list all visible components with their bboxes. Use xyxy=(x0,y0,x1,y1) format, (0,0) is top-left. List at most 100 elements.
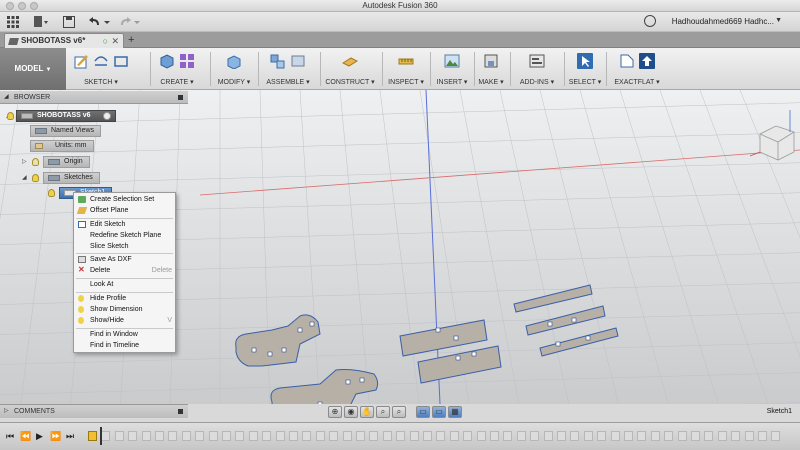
timeline-feature-icon[interactable] xyxy=(650,431,660,441)
menu-item-slice-sketch[interactable]: Slice Sketch xyxy=(74,241,175,252)
maximize-window-button[interactable] xyxy=(30,2,38,10)
new-component-icon[interactable] xyxy=(290,53,306,69)
undo-icon[interactable] xyxy=(88,15,114,29)
activate-radio-icon[interactable] xyxy=(102,111,111,120)
sketch-profile[interactable] xyxy=(417,345,502,384)
line-icon[interactable] xyxy=(93,53,109,69)
timeline-feature-icon[interactable] xyxy=(704,431,714,441)
browser-item-named-views[interactable]: Named Views xyxy=(30,124,102,137)
visibility-bulb-icon[interactable] xyxy=(48,188,55,197)
rectangle-icon[interactable] xyxy=(113,53,129,69)
grid-settings-icon[interactable]: ▦ xyxy=(448,406,462,418)
close-tab-icon[interactable]: ✕ xyxy=(111,34,119,48)
menu-item-hide-profile[interactable]: Hide Profile xyxy=(74,293,175,304)
browser-root[interactable]: SHOBOTASS v6 xyxy=(7,109,116,122)
zoom-window-icon[interactable]: ⌕ xyxy=(392,406,406,418)
browser-item-sketches[interactable]: ◢ Sketches xyxy=(22,171,100,184)
toolbar-group-add-ins[interactable]: ADD-INS ▾ xyxy=(512,50,562,88)
timeline-feature-icon[interactable] xyxy=(382,431,392,441)
browser-panel-header[interactable]: ◢ BROWSER xyxy=(0,91,188,104)
menu-item-save-as-dxf[interactable]: Save As DXF xyxy=(74,254,175,265)
menu-item-show-dimension[interactable]: Show Dimension xyxy=(74,304,175,315)
press-pull-icon[interactable] xyxy=(226,53,242,69)
scripts-icon[interactable] xyxy=(529,53,545,69)
timeline-feature-icon[interactable] xyxy=(262,431,272,441)
clock-icon[interactable] xyxy=(644,15,656,27)
sketch-profile[interactable] xyxy=(513,284,593,313)
box-icon[interactable] xyxy=(159,53,175,69)
timeline-feature-icon[interactable] xyxy=(195,431,205,441)
timeline-feature-icon[interactable] xyxy=(744,431,754,441)
sketch-profile[interactable] xyxy=(235,314,321,367)
timeline-feature-icon[interactable] xyxy=(101,431,111,441)
browser-item-units[interactable]: Units: mm xyxy=(30,139,94,152)
toolbar-group-make[interactable]: MAKE ▾ xyxy=(476,50,506,88)
timeline-feature-icon[interactable] xyxy=(530,431,540,441)
menu-item-find-in-timeline[interactable]: Find in Timeline xyxy=(74,340,175,351)
timeline-feature-icon[interactable] xyxy=(610,431,620,441)
timeline-feature-icon[interactable] xyxy=(557,431,566,441)
play-icon[interactable]: ▶ xyxy=(36,431,43,442)
timeline-feature-icon[interactable] xyxy=(222,431,231,441)
timeline-feature-icon[interactable] xyxy=(208,431,218,441)
timeline-feature-icon[interactable] xyxy=(423,431,432,441)
comments-panel-header[interactable]: ▷ COMMENTS xyxy=(0,404,188,418)
display-settings-icon[interactable]: ▭ xyxy=(416,406,430,418)
browser-item[interactable]: Named Views xyxy=(30,124,102,137)
timeline-feature-icon[interactable] xyxy=(168,431,178,441)
timeline-feature-icon[interactable] xyxy=(248,431,258,441)
timeline-feature-icon[interactable] xyxy=(302,431,312,441)
timeline-feature-icon[interactable] xyxy=(731,431,741,441)
menu-item-edit-sketch[interactable]: Edit Sketch xyxy=(74,219,175,230)
go-to-end-icon[interactable]: ⏭ xyxy=(66,431,74,442)
timeline-feature-icon[interactable] xyxy=(476,431,486,441)
timeline-feature-icon[interactable] xyxy=(315,431,325,441)
timeline-feature-icon[interactable] xyxy=(691,431,700,441)
timeline-feature-icon[interactable] xyxy=(141,431,151,441)
timeline-feature-icon[interactable] xyxy=(758,431,767,441)
timeline-feature-icon[interactable] xyxy=(409,431,419,441)
select-cursor-icon[interactable] xyxy=(577,53,593,69)
browser-item[interactable]: Units: mm xyxy=(30,139,94,152)
timeline-feature-icon[interactable] xyxy=(516,431,526,441)
menu-item-offset-plane[interactable]: Offset Plane xyxy=(74,205,175,216)
toolbar-group-construct[interactable]: CONSTRUCT ▾ xyxy=(322,50,378,88)
timeline-feature-icon[interactable] xyxy=(356,431,365,441)
visibility-bulb-icon[interactable] xyxy=(32,157,39,166)
timeline-feature-icon[interactable] xyxy=(342,431,352,441)
orbit-icon[interactable]: ⊕ xyxy=(328,406,342,418)
go-to-start-icon[interactable]: ⏮ xyxy=(6,431,14,442)
timeline-feature-icon[interactable] xyxy=(289,431,298,441)
workspace-switcher[interactable]: MODEL ▼ xyxy=(0,48,66,90)
menu-item-delete[interactable]: ✕ Delete Delete xyxy=(74,265,175,276)
pan-icon[interactable]: ✋ xyxy=(360,406,374,418)
collapse-triangle-icon[interactable]: ◢ xyxy=(4,91,9,104)
timeline-feature-icon[interactable] xyxy=(490,431,499,441)
close-window-button[interactable] xyxy=(6,2,14,10)
minimize-window-button[interactable] xyxy=(18,2,26,10)
file-icon[interactable] xyxy=(32,15,50,29)
toolbar-group-insert[interactable]: INSERT ▾ xyxy=(432,50,472,88)
step-forward-icon[interactable]: ⏩ xyxy=(50,431,61,442)
step-back-icon[interactable]: ⏪ xyxy=(20,431,31,442)
create-sketch-icon[interactable] xyxy=(73,53,89,69)
timeline-feature-icon[interactable] xyxy=(503,431,513,441)
expand-triangle-icon[interactable]: ◢ xyxy=(22,174,32,181)
flatten-icon[interactable] xyxy=(619,53,635,69)
visual-style-icon[interactable]: ▭ xyxy=(432,406,446,418)
document-tab[interactable]: SHOBOTASS v6* ○ ✕ xyxy=(4,33,124,48)
pin-icon[interactable] xyxy=(178,409,183,414)
look-at-icon[interactable]: ◉ xyxy=(344,406,358,418)
timeline-feature-icon[interactable] xyxy=(543,431,553,441)
timeline-feature-icon[interactable] xyxy=(275,431,285,441)
timeline-feature-icon[interactable] xyxy=(155,431,164,441)
timeline-feature-icon[interactable] xyxy=(583,431,593,441)
timeline-feature-icon[interactable] xyxy=(463,431,473,441)
timeline-feature-icon[interactable] xyxy=(449,431,459,441)
user-name[interactable]: Hadhoudahmed669 Hadhc... xyxy=(672,17,774,26)
timeline-feature-icon[interactable] xyxy=(88,431,97,441)
toolbar-group-select[interactable]: SELECT ▾ xyxy=(566,50,604,88)
menu-item-create-selection-set[interactable]: Create Selection Set xyxy=(74,194,175,205)
timeline-marker[interactable] xyxy=(100,427,102,445)
zoom-icon[interactable]: ⌕ xyxy=(376,406,390,418)
